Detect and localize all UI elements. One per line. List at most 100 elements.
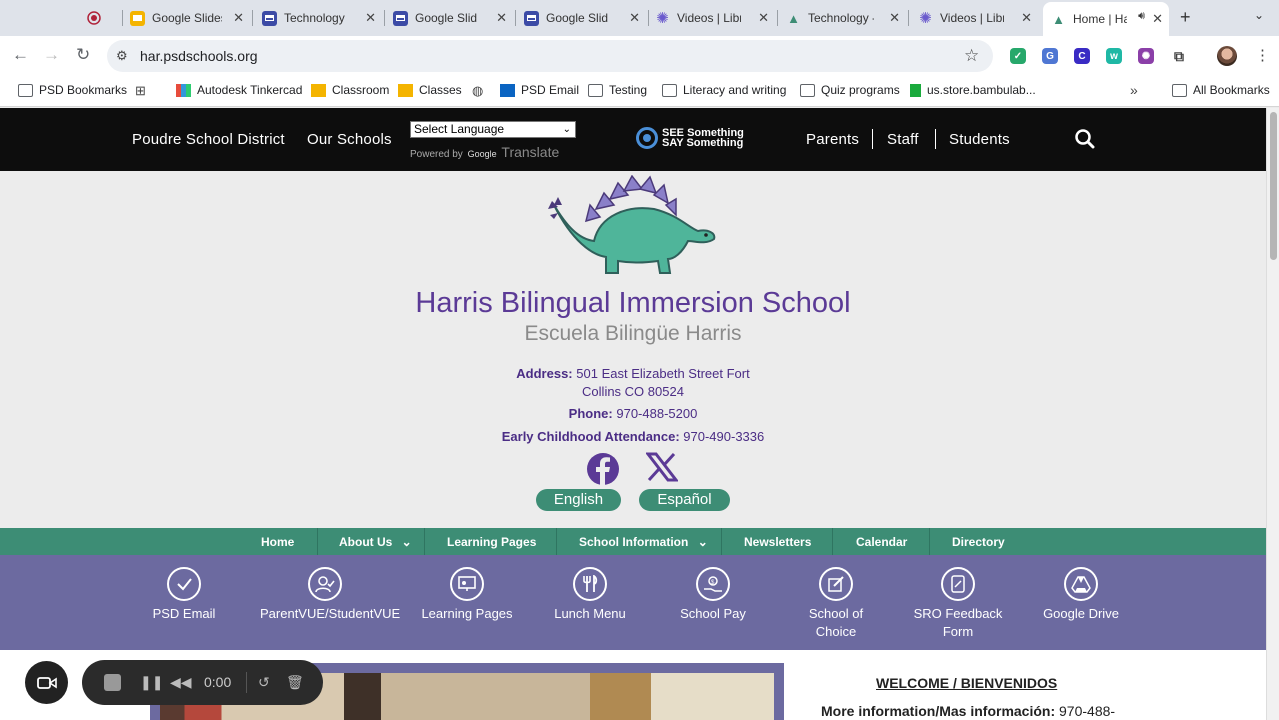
profile-avatar[interactable] — [1217, 46, 1237, 66]
attendance-phone-link[interactable]: 970-490-3336 — [683, 429, 764, 444]
nav-home[interactable]: Home — [261, 535, 294, 549]
folder-icon — [662, 83, 677, 97]
extension-c-icon[interactable]: C — [1074, 48, 1090, 64]
extension-grammar-icon[interactable]: ✓ — [1010, 48, 1026, 64]
students-link[interactable]: Students — [949, 131, 1010, 148]
site-settings-icon[interactable]: ⚙ — [116, 48, 128, 64]
extension-wo-icon[interactable]: w — [1106, 48, 1122, 64]
bookmark-quiz-programs[interactable]: Quiz programs — [800, 83, 900, 97]
stegosaurus-logo[interactable] — [548, 175, 720, 277]
bookmark-classes[interactable]: Classes — [398, 83, 462, 97]
close-tab-icon[interactable]: ✕ — [629, 10, 640, 26]
espanol-button[interactable]: Español — [639, 489, 730, 511]
back-button[interactable]: ← — [12, 45, 29, 65]
bookmark-apps[interactable]: ⊞ — [135, 83, 146, 99]
tab-technology-2[interactable]: ▲ Technology - ✕ — [786, 4, 906, 32]
quick-link-sro-feedback[interactable]: SRO Feedback Form — [893, 567, 1023, 641]
close-tab-icon[interactable]: ✕ — [233, 10, 244, 26]
more-bookmarks-icon[interactable]: » — [1130, 82, 1138, 98]
bookmark-tinkercad[interactable]: Autodesk Tinkercad — [176, 83, 302, 97]
url-text[interactable]: har.psdschools.org — [140, 48, 258, 64]
page-scrollbar[interactable] — [1266, 108, 1279, 720]
quick-link-parentvue[interactable]: ParentVUE/StudentVUE — [260, 567, 400, 623]
gear-icon: ✺ — [919, 10, 932, 27]
tab-technology[interactable]: Technology ✕ — [262, 4, 382, 32]
address-bar[interactable]: ⚙ har.psdschools.org ☆ — [107, 40, 993, 72]
close-tab-icon[interactable]: ✕ — [1152, 11, 1163, 27]
nav-learning-pages[interactable]: Learning Pages — [447, 535, 536, 549]
english-button[interactable]: English — [536, 489, 621, 511]
bookmark-testing[interactable]: Testing — [588, 83, 647, 97]
quick-link-school-of-choice[interactable]: School of Choice — [771, 567, 901, 641]
bookmark-classroom[interactable]: Classroom — [311, 83, 389, 97]
extensions-puzzle-icon[interactable]: ⧉ — [1171, 48, 1187, 64]
tab-search-chevron-icon[interactable]: ⌄ — [1254, 8, 1264, 22]
tab-videos-library-1[interactable]: ✺ Videos | Library ✕ — [655, 4, 775, 32]
folder-icon — [18, 83, 33, 97]
quick-link-learning-pages[interactable]: Learning Pages — [402, 567, 532, 623]
forward-button[interactable]: → — [43, 45, 60, 65]
language-select[interactable]: Select Language ⌄ — [410, 121, 576, 138]
close-tab-icon[interactable]: ✕ — [1021, 10, 1032, 26]
nav-about-us[interactable]: About Us ⌄ — [339, 535, 412, 549]
staff-link[interactable]: Staff — [887, 131, 919, 148]
facebook-icon[interactable] — [586, 452, 620, 491]
nav-calendar[interactable]: Calendar — [856, 535, 907, 549]
bookmarks-bar: PSD Bookmarks ⊞ Autodesk Tinkercad Class… — [0, 76, 1279, 107]
rewind-icon[interactable]: ◀◀ — [170, 674, 192, 691]
tinkercad-icon — [176, 83, 191, 97]
tab-google-slides-3[interactable]: Google Slides ✕ — [524, 4, 646, 32]
see-say-something-logo[interactable]: SEE Something SAY Something — [636, 127, 744, 149]
quick-link-lunch-menu[interactable]: Lunch Menu — [525, 567, 655, 623]
tab-recording[interactable] — [86, 4, 120, 32]
bookmark-psd-email[interactable]: PSD Email — [500, 83, 579, 97]
tab-videos-library-2[interactable]: ✺ Videos | Library ✕ — [918, 4, 1038, 32]
powered-by-google-translate: Powered by Google Translate — [410, 144, 560, 160]
chevron-down-icon: ⌄ — [697, 535, 708, 549]
extension-translate-icon[interactable]: G — [1042, 48, 1058, 64]
drive-icon — [1064, 567, 1098, 601]
dino-icon: ▲ — [1052, 11, 1065, 27]
reload-button[interactable]: ↻ — [76, 45, 90, 65]
restart-icon[interactable]: ↺ — [258, 674, 270, 691]
our-schools-link[interactable]: Our Schools — [307, 131, 392, 148]
nav-directory[interactable]: Directory — [952, 535, 1005, 549]
speaker-icon[interactable]: 🔊︎ — [1138, 10, 1145, 23]
x-twitter-icon[interactable] — [644, 452, 680, 487]
all-bookmarks[interactable]: All Bookmarks — [1172, 83, 1270, 97]
tab-google-slides-1[interactable]: Google Slides ✕ — [130, 4, 250, 32]
bookmark-star-icon[interactable]: ☆ — [964, 46, 979, 66]
phone-link[interactable]: 970-488-5200 — [616, 406, 697, 421]
quick-link-psd-email[interactable]: PSD Email — [119, 567, 249, 623]
close-tab-icon[interactable]: ✕ — [758, 10, 769, 26]
browser-menu-icon[interactable]: ⋮ — [1255, 46, 1270, 64]
pause-icon[interactable]: ❚❚ — [140, 674, 163, 691]
trash-icon[interactable]: 🗑︎ — [286, 674, 304, 691]
check-icon — [167, 567, 201, 601]
stop-icon[interactable] — [104, 674, 121, 691]
parents-link[interactable]: Parents — [806, 131, 859, 148]
search-icon[interactable] — [1075, 129, 1095, 154]
bookmark-literacy[interactable]: Literacy and writing — [662, 83, 786, 97]
quick-link-google-drive[interactable]: Google Drive — [1016, 567, 1146, 623]
new-tab-button[interactable]: + — [1180, 7, 1191, 28]
welcome-heading: WELCOME / BIENVENIDOS — [876, 675, 1058, 691]
close-tab-icon[interactable]: ✕ — [496, 10, 507, 26]
bookmark-psd-bookmarks[interactable]: PSD Bookmarks — [18, 83, 127, 97]
close-tab-icon[interactable]: ✕ — [365, 10, 376, 26]
bookmark-globe[interactable]: ◍ — [472, 83, 483, 99]
district-link[interactable]: Poudre School District — [132, 131, 285, 148]
tab-home-active[interactable]: ▲ Home | Ha 🔊︎ ✕ — [1043, 2, 1169, 36]
bookmark-bambulab[interactable]: us.store.bambulab... — [910, 83, 1036, 97]
scrollbar-thumb[interactable] — [1270, 112, 1277, 260]
recording-time: 0:00 — [204, 674, 232, 690]
edit-icon — [819, 567, 853, 601]
nav-school-information[interactable]: School Information ⌄ — [579, 535, 708, 549]
tab-google-slides-2[interactable]: Google Slides ✕ — [393, 4, 513, 32]
quick-link-school-pay[interactable]: $ School Pay — [648, 567, 778, 623]
camera-button[interactable] — [25, 661, 68, 704]
extension-badge-icon[interactable]: ✺ — [1138, 48, 1154, 64]
user-check-icon — [308, 567, 342, 601]
close-tab-icon[interactable]: ✕ — [889, 10, 900, 26]
nav-newsletters[interactable]: Newsletters — [744, 535, 811, 549]
